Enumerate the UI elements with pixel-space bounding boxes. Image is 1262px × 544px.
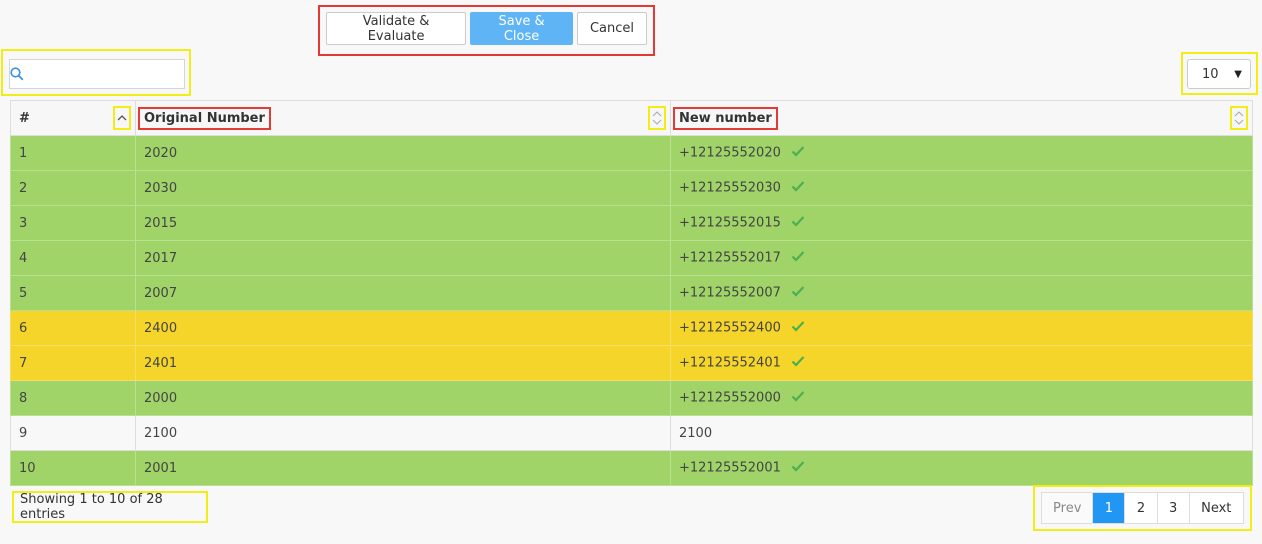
save-close-button[interactable]: Save & Close [470,12,573,45]
cell-new-number: +12125552017 [670,240,1253,276]
sort-both-icon[interactable] [648,106,666,130]
check-icon [791,460,805,476]
action-toolbar: Validate & Evaluate Save & Close Cancel [318,5,655,56]
numbers-table: # Original Number New number 1 2020 +121… [10,100,1253,486]
column-header-new-number[interactable]: New number [670,100,1253,136]
cell-original-number: 2017 [135,240,671,276]
check-icon [791,215,805,231]
sort-asc-icon[interactable] [113,106,131,130]
table-row[interactable]: 7 2401 +12125552401 [10,345,1253,381]
page-1-button[interactable]: 1 [1093,493,1126,523]
cell-index: 2 [10,170,136,206]
page-length-select[interactable]: 10 ▼ [1187,59,1251,89]
page-length-value: 10 [1202,66,1219,82]
sort-both-icon[interactable] [1230,106,1248,130]
cell-original-number: 2000 [135,380,671,416]
cell-index: 5 [10,275,136,311]
new-number-text: +12125552020 [679,145,781,161]
table-info: Showing 1 to 10 of 28 entries [12,491,208,523]
check-icon [791,285,805,301]
new-number-text: +12125552030 [679,180,781,196]
table-row[interactable]: 2 2030 +12125552030 [10,170,1253,206]
new-number-text: +12125552000 [679,390,781,406]
cell-index: 6 [10,310,136,346]
cell-index: 1 [10,135,136,171]
cell-new-number: +12125552030 [670,170,1253,206]
cell-index: 3 [10,205,136,241]
pager: Prev 1 2 3 Next [1041,492,1244,524]
new-number-text: +12125552001 [679,460,781,476]
cell-new-number: +12125552000 [670,380,1253,416]
table-header-row: # Original Number New number [10,100,1253,136]
new-number-text: +12125552015 [679,215,781,231]
table-row[interactable]: 3 2015 +12125552015 [10,205,1253,241]
table-row[interactable]: 1 2020 +12125552020 [10,135,1253,171]
cell-original-number: 2007 [135,275,671,311]
search-input[interactable] [24,60,198,88]
cell-index: 10 [10,450,136,486]
new-number-text: +12125552401 [679,355,781,371]
new-number-text: +12125552017 [679,250,781,266]
new-number-text: +12125552007 [679,285,781,301]
cell-new-number: +12125552001 [670,450,1253,486]
check-icon [791,180,805,196]
column-label-new-number: New number [673,106,778,130]
table-row[interactable]: 9 2100 2100 [10,415,1253,451]
cell-index: 7 [10,345,136,381]
table-row[interactable]: 5 2007 +12125552007 [10,275,1253,311]
cell-new-number: +12125552015 [670,205,1253,241]
cell-original-number: 2030 [135,170,671,206]
new-number-text: 2100 [679,425,713,441]
table-row[interactable]: 4 2017 +12125552017 [10,240,1253,276]
cancel-button[interactable]: Cancel [576,12,647,45]
cell-original-number: 2401 [135,345,671,381]
search-box [9,59,198,89]
page-2-button[interactable]: 2 [1125,493,1158,523]
cell-new-number: +12125552401 [670,345,1253,381]
cell-original-number: 2100 [135,415,671,451]
validate-evaluate-button[interactable]: Validate & Evaluate [326,12,467,45]
cell-index: 4 [10,240,136,276]
page-3-button[interactable]: 3 [1158,493,1190,523]
table-row[interactable]: 10 2001 +12125552001 [10,450,1253,486]
cell-new-number: +12125552400 [670,310,1253,346]
cell-new-number: +12125552020 [670,135,1253,171]
table-row[interactable]: 6 2400 +12125552400 [10,310,1253,346]
new-number-text: +12125552400 [679,320,781,336]
entries-info-text: Showing 1 to 10 of 28 entries [20,492,163,522]
cell-original-number: 2400 [135,310,671,346]
cell-new-number: +12125552007 [670,275,1253,311]
column-header-original-number[interactable]: Original Number [135,100,671,136]
cell-index: 9 [10,415,136,451]
column-header-index[interactable]: # [10,100,136,136]
check-icon [791,320,805,336]
check-icon [791,390,805,406]
table-row[interactable]: 8 2000 +12125552000 [10,380,1253,416]
column-label-original-number: Original Number [138,106,271,130]
cell-original-number: 2001 [135,450,671,486]
cell-original-number: 2020 [135,135,671,171]
check-icon [791,355,805,371]
search-icon [10,67,24,81]
chevron-down-icon: ▼ [1234,68,1242,80]
prev-page-button[interactable]: Prev [1042,493,1094,523]
cell-new-number: 2100 [670,415,1253,451]
check-icon [791,145,805,161]
next-page-button[interactable]: Next [1190,493,1243,523]
pagination: Prev 1 2 3 Next [1033,485,1252,531]
table-body: 1 2020 +12125552020 2 2030 +12125552030 3 2015 +… [10,135,1253,486]
cell-index: 8 [10,380,136,416]
cell-original-number: 2015 [135,205,671,241]
column-label-index: # [19,110,30,126]
check-icon [791,250,805,266]
